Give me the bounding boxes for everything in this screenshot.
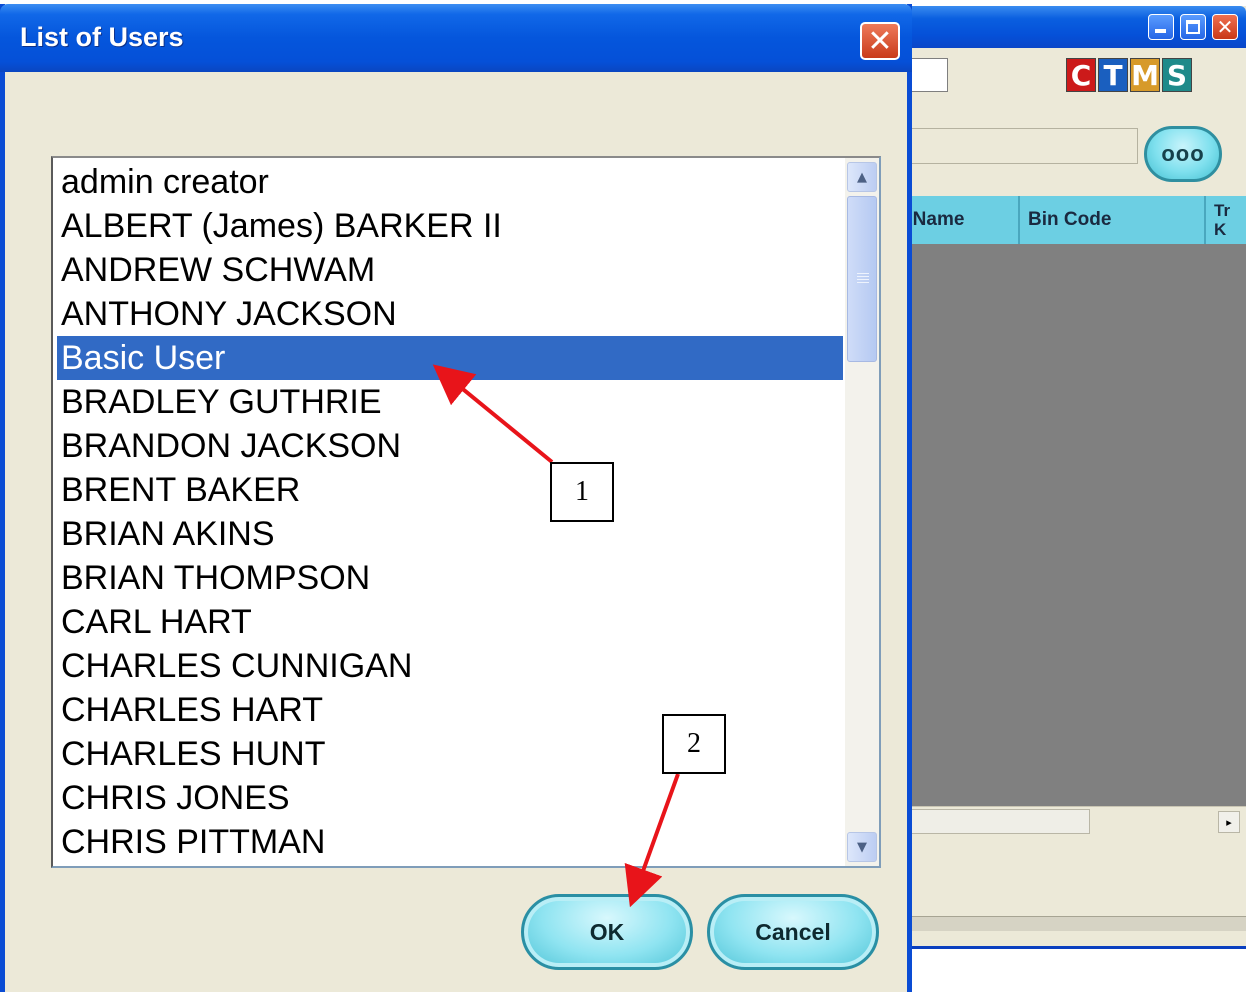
column-header-name[interactable]: r Name: [900, 196, 1020, 244]
list-of-users-dialog: List of Users ✕ admin creator ALBERT (Jam…: [0, 4, 912, 992]
list-item[interactable]: ALBERT (James) BARKER II: [57, 204, 843, 248]
logo-letter: S: [1162, 58, 1192, 92]
list-item[interactable]: CARL HART: [57, 600, 843, 644]
vertical-scroll-thumb[interactable]: [847, 196, 877, 362]
list-item[interactable]: ANTHONY JACKSON: [57, 292, 843, 336]
horizontal-scroll-thumb[interactable]: [900, 809, 1090, 834]
annotation-callout-1: 1: [550, 462, 614, 522]
list-item[interactable]: CHRIS PITTMAN: [57, 820, 843, 864]
search-input[interactable]: [900, 128, 1138, 164]
column-header-bin-code[interactable]: Bin Code: [1020, 196, 1206, 244]
ok-button[interactable]: OK: [521, 894, 693, 970]
list-item[interactable]: BRIAN THOMPSON: [57, 556, 843, 600]
list-item[interactable]: Basic User: [57, 336, 843, 380]
ctms-logo: CTMS: [1066, 58, 1192, 92]
cancel-button[interactable]: Cancel: [707, 894, 879, 970]
grip-icon: [857, 273, 869, 283]
list-item[interactable]: CHRIS JONES: [57, 776, 843, 820]
ctms-close-button[interactable]: ✕: [1212, 14, 1238, 40]
horizontal-scrollbar[interactable]: ▸: [900, 806, 1246, 837]
list-item[interactable]: BRIAN AKINS: [57, 512, 843, 556]
logo-letter: C: [1066, 58, 1096, 92]
ctms-main-window: ✕ CTMS ooo r Name Bin Code Tr K ▸: [900, 6, 1246, 949]
users-listbox[interactable]: admin creator ALBERT (James) BARKER II AND…: [51, 156, 881, 868]
maximize-button[interactable]: [1180, 14, 1206, 40]
scroll-right-arrow-icon[interactable]: ▸: [1218, 811, 1240, 833]
data-grid: r Name Bin Code Tr K ▸: [900, 196, 1246, 837]
column-header-tr-k[interactable]: Tr K: [1206, 196, 1246, 244]
minimize-button[interactable]: [1148, 14, 1174, 40]
grid-header: r Name Bin Code Tr K: [900, 196, 1246, 244]
dialog-titlebar: List of Users ✕: [0, 4, 912, 72]
browse-button[interactable]: ooo: [1144, 126, 1222, 182]
list-item[interactable]: BRENT BAKER: [57, 468, 843, 512]
logo-letter: T: [1098, 58, 1128, 92]
scroll-up-arrow-icon[interactable]: ▲: [847, 162, 877, 192]
scroll-down-arrow-icon[interactable]: ▼: [847, 832, 877, 862]
column-header-tr-line1: Tr: [1214, 201, 1231, 220]
minimize-icon: [1155, 29, 1166, 33]
close-icon: ✕: [1216, 15, 1234, 39]
ctms-titlebar: ✕: [900, 6, 1246, 48]
close-icon: ✕: [867, 23, 893, 59]
column-header-tr-line2: K: [1214, 220, 1227, 239]
list-item[interactable]: BRANDON JACKSON: [57, 424, 843, 468]
vertical-scrollbar[interactable]: ▲ ▼: [845, 158, 879, 866]
dialog-title: List of Users: [20, 22, 184, 52]
list-item[interactable]: ANDREW SCHWAM: [57, 248, 843, 292]
bottom-bar: [900, 916, 1246, 931]
annotation-callout-2: 2: [662, 714, 726, 774]
list-item[interactable]: CHARLES CUNNIGAN: [57, 644, 843, 688]
logo-letter: M: [1130, 58, 1160, 92]
dialog-close-button[interactable]: ✕: [860, 22, 900, 60]
list-item[interactable]: BRADLEY GUTHRIE: [57, 380, 843, 424]
maximize-icon: [1186, 20, 1200, 34]
list-item[interactable]: admin creator: [57, 160, 843, 204]
